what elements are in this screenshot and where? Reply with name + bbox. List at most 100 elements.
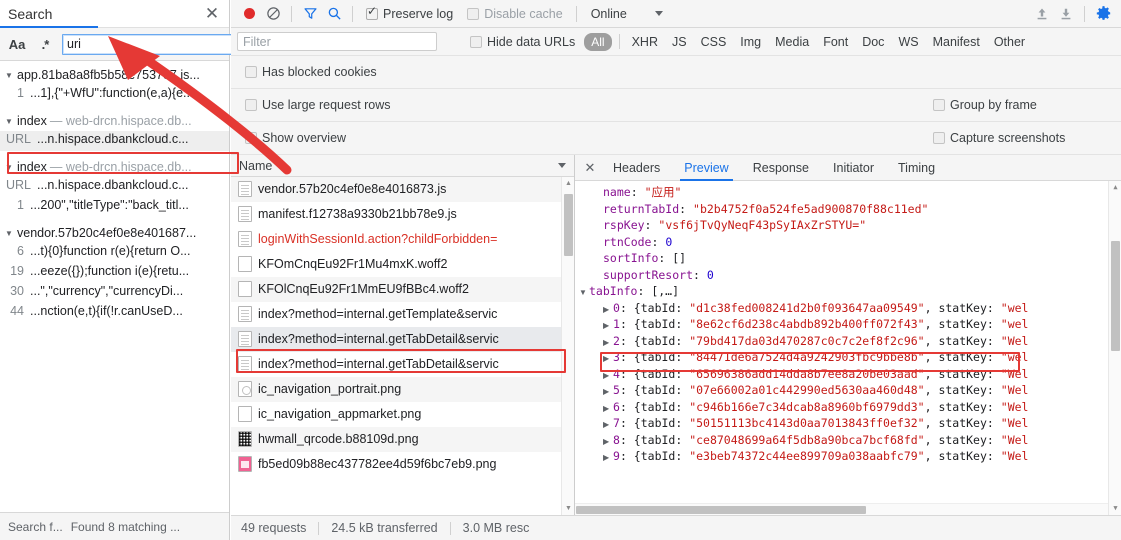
search-results-list[interactable]: ▼ app.81ba8a8fb5b58e7537e7.js... 1 ...1],{"…: [0, 61, 229, 512]
tab-preview[interactable]: Preview: [672, 155, 740, 181]
chevron-down-icon[interactable]: ▼: [4, 117, 14, 126]
table-row[interactable]: index?method=internal.getTabDetail&servi…: [231, 352, 561, 377]
filter-input[interactable]: [237, 32, 437, 51]
preview-json-line[interactable]: supportResort: 0: [575, 267, 1108, 284]
table-row[interactable]: hwmall_qrcode.b88109d.png: [231, 427, 561, 452]
preview-json-line[interactable]: sortInfo: []: [575, 250, 1108, 267]
chevron-down-icon[interactable]: [558, 163, 566, 168]
show-overview-checkbox[interactable]: Show overview: [237, 131, 353, 145]
chevron-down-icon[interactable]: ▼: [579, 285, 589, 302]
tab-response[interactable]: Response: [741, 155, 821, 181]
type-filter-font[interactable]: Font: [816, 33, 855, 51]
preview-json-line[interactable]: ▶ 1: {tabId: "8e62cf6d238c4abdb892b400ff0…: [575, 316, 1108, 333]
type-filter-media[interactable]: Media: [768, 33, 816, 51]
preview-json-line[interactable]: rtnCode: 0: [575, 234, 1108, 251]
type-filter-ws[interactable]: WS: [891, 33, 925, 51]
scroll-up-icon[interactable]: ▲: [1109, 181, 1121, 194]
scrollbar-thumb[interactable]: [1111, 241, 1120, 351]
tab-initiator[interactable]: Initiator: [821, 155, 886, 181]
search-icon[interactable]: [322, 2, 346, 26]
match-case-icon[interactable]: Aa: [6, 33, 28, 55]
preview-json-line[interactable]: returnTabId: "b2b4752f0a524fe5ad900870f8…: [575, 201, 1108, 218]
disable-cache-checkbox[interactable]: Disable cache: [460, 7, 570, 21]
hscrollbar-thumb[interactable]: [576, 506, 866, 514]
type-filter-css[interactable]: CSS: [694, 33, 734, 51]
table-row[interactable]: ic_navigation_portrait.png: [231, 377, 561, 402]
search-result-file[interactable]: ▼ app.81ba8a8fb5b58e7537e7.js...: [0, 65, 229, 85]
tab-headers[interactable]: Headers: [601, 155, 672, 181]
preview-json-line[interactable]: name: "应用": [575, 184, 1108, 201]
search-result-match[interactable]: URL ...n.hispace.dbankcloud.c...: [0, 131, 229, 151]
preview-json-line[interactable]: ▶ 5: {tabId: "07e66002a01c442990ed5630aa4…: [575, 382, 1108, 399]
throttling-select[interactable]: Online: [583, 7, 663, 21]
table-row[interactable]: ic_navigation_appmarket.png: [231, 402, 561, 427]
table-row[interactable]: index?method=internal.getTabDetail&servi…: [231, 327, 561, 352]
preview-json-line[interactable]: ▶ 2: {tabId: "79bd417da03d470287c0c7c2ef8…: [575, 333, 1108, 350]
search-result-file[interactable]: ▼ index — web-drcn.hispace.db...: [0, 111, 229, 131]
request-list-header[interactable]: Name: [231, 155, 574, 177]
search-result-match[interactable]: 44 ...nction(e,t){if(!r.canUseD...: [0, 303, 229, 323]
clear-network-icon[interactable]: [261, 2, 285, 26]
search-result-match[interactable]: 30 ...","currency","currencyDi...: [0, 283, 229, 303]
request-list-scrollbar[interactable]: ▲ ▼: [561, 177, 574, 515]
record-icon[interactable]: [237, 2, 261, 26]
use-large-request-rows-checkbox[interactable]: Use large request rows: [237, 98, 398, 112]
type-filter-manifest[interactable]: Manifest: [926, 33, 987, 51]
chevron-down-icon[interactable]: ▼: [4, 229, 14, 238]
download-icon[interactable]: [1054, 2, 1078, 26]
table-row[interactable]: fb5ed09b88ec437782ee4d59f6bc7eb9.png: [231, 452, 561, 477]
has-blocked-cookies-checkbox[interactable]: Has blocked cookies: [237, 65, 384, 79]
table-row[interactable]: index?method=internal.getTemplate&servic: [231, 302, 561, 327]
scrollbar-thumb[interactable]: [564, 194, 573, 256]
preserve-log-checkbox[interactable]: Preserve log: [359, 5, 460, 21]
type-filter-xhr[interactable]: XHR: [625, 33, 665, 51]
preview-json-line[interactable]: ▶ 8: {tabId: "ce87048699a64f5db8a90bca7bc…: [575, 432, 1108, 449]
search-result-match[interactable]: 1 ...200","titleType":"back_titl...: [0, 197, 229, 217]
search-result-match[interactable]: URL ...n.hispace.dbankcloud.c...: [0, 177, 229, 197]
table-row[interactable]: manifest.f12738a9330b21bb78e9.js: [231, 202, 561, 227]
close-icon[interactable]: ✕: [203, 5, 221, 23]
preview-hscrollbar[interactable]: [575, 503, 1108, 515]
preview-json-line[interactable]: ▶ 4: {tabId: "65696386add14dda8b7ee8a20be…: [575, 366, 1108, 383]
close-details-icon[interactable]: ✕: [579, 157, 601, 179]
preview-content[interactable]: name: "应用" returnTabId: "b2b4752f0a524fe5…: [575, 181, 1121, 515]
search-result-match[interactable]: 6 ...t){0}function r(e){return O...: [0, 243, 229, 263]
group-by-frame-checkbox[interactable]: Group by frame: [926, 98, 1044, 112]
capture-screenshots-checkbox[interactable]: Capture screenshots: [926, 131, 1072, 145]
chevron-right-icon[interactable]: ▶: [603, 450, 613, 467]
chevron-down-icon[interactable]: ▼: [4, 71, 14, 80]
search-input[interactable]: [62, 33, 233, 55]
table-row[interactable]: loginWithSessionId.action?childForbidden…: [231, 227, 561, 252]
preview-json-line[interactable]: ▶ 9: {tabId: "e3beb74372c44ee899709a038aa…: [575, 448, 1108, 465]
type-filter-other[interactable]: Other: [987, 33, 1032, 51]
preview-json-line[interactable]: ▼ tabInfo: [,…]: [575, 283, 1108, 300]
preview-json-line[interactable]: ▶ 3: {tabId: "84471de6a7524d4a9242903fbc9…: [575, 349, 1108, 366]
scroll-down-icon[interactable]: ▼: [1109, 502, 1121, 515]
table-row[interactable]: KFOmCnqEu92Fr1Mu4mxK.woff2: [231, 252, 561, 277]
gear-icon[interactable]: [1091, 2, 1115, 26]
preview-scrollbar[interactable]: ▲ ▼: [1108, 181, 1121, 515]
search-result-file[interactable]: ▼ index — web-drcn.hispace.db...: [0, 157, 229, 177]
upload-icon[interactable]: [1030, 2, 1054, 26]
preview-json-line[interactable]: rspKey: "vsf6jTvQyNeqF43pSyIAxZrSTYU=": [575, 217, 1108, 234]
chevron-down-icon[interactable]: ▼: [4, 163, 14, 172]
type-filter-js[interactable]: JS: [665, 33, 694, 51]
table-row[interactable]: vendor.57b20c4ef0e8e4016873.js: [231, 177, 561, 202]
scroll-up-icon[interactable]: ▲: [562, 177, 574, 190]
hide-data-urls-checkbox[interactable]: Hide data URLs: [463, 35, 582, 49]
preview-json-line[interactable]: ▶ 7: {tabId: "50151113bc4143d0aa7013843ff…: [575, 415, 1108, 432]
scroll-down-icon[interactable]: ▼: [562, 502, 574, 515]
search-result-match[interactable]: 19 ...eeze({});function i(e){retu...: [0, 263, 229, 283]
type-filter-all[interactable]: All: [584, 32, 612, 51]
tab-timing[interactable]: Timing: [886, 155, 947, 181]
filter-icon[interactable]: [298, 2, 322, 26]
table-row[interactable]: KFOlCnqEu92Fr1MmEU9fBBc4.woff2: [231, 277, 561, 302]
request-list-body[interactable]: vendor.57b20c4ef0e8e4016873.js manifest.f…: [231, 177, 574, 515]
preview-json-line[interactable]: ▶ 6: {tabId: "c946b166e7c34dcab8a8960bf69…: [575, 399, 1108, 416]
search-result-file[interactable]: ▼ vendor.57b20c4ef0e8e401687...: [0, 223, 229, 243]
preview-json-line[interactable]: ▶ 0: {tabId: "d1c38fed008241d2b0f093647aa…: [575, 300, 1108, 317]
type-filter-img[interactable]: Img: [733, 33, 768, 51]
search-result-match[interactable]: 1 ...1],{"+WfU":function(e,a){e...: [0, 85, 229, 105]
regex-icon[interactable]: .*: [34, 33, 56, 55]
type-filter-doc[interactable]: Doc: [855, 33, 891, 51]
